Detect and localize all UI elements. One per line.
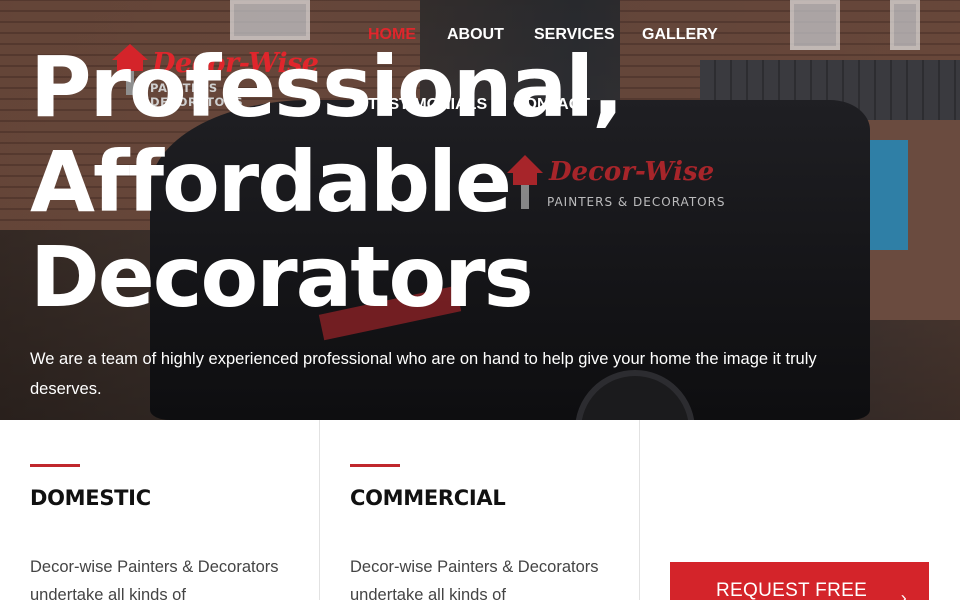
request-quote-button[interactable]: REQUEST FREE ›	[670, 562, 929, 600]
hero-background-window	[790, 0, 840, 50]
hero-background-window	[890, 0, 920, 50]
hero-background-window	[230, 0, 310, 40]
service-card-commercial[interactable]: COMMERCIAL Decor-wise Painters & Decorat…	[320, 420, 640, 600]
card-text: Decor-wise Painters & Decorators underta…	[350, 558, 599, 600]
hero-section: Decor-Wise PAINTERS & DECORATORS Decor-W…	[0, 0, 960, 420]
card-accent-bar	[30, 464, 80, 467]
card-title: DOMESTIC	[30, 486, 151, 510]
hero-subtext: We are a team of highly experienced prof…	[30, 350, 817, 398]
card-text: Decor-wise Painters & Decorators underta…	[30, 558, 279, 600]
headline-line: Decorators	[30, 228, 534, 326]
cta-label: REQUEST FREE	[716, 580, 868, 600]
chevron-right-icon: ›	[900, 588, 907, 600]
card-title: COMMERCIAL	[350, 486, 506, 510]
headline-line: Affordable	[30, 133, 512, 231]
headline-line: Professional,	[30, 38, 624, 136]
card-accent-bar	[350, 464, 400, 467]
services-cards: DOMESTIC Decor-wise Painters & Decorator…	[0, 420, 960, 600]
cta-card: REQUEST FREE ›	[640, 420, 960, 600]
service-card-domestic[interactable]: DOMESTIC Decor-wise Painters & Decorator…	[0, 420, 320, 600]
hero-headline: Professional, Affordable Decorators	[30, 40, 790, 325]
